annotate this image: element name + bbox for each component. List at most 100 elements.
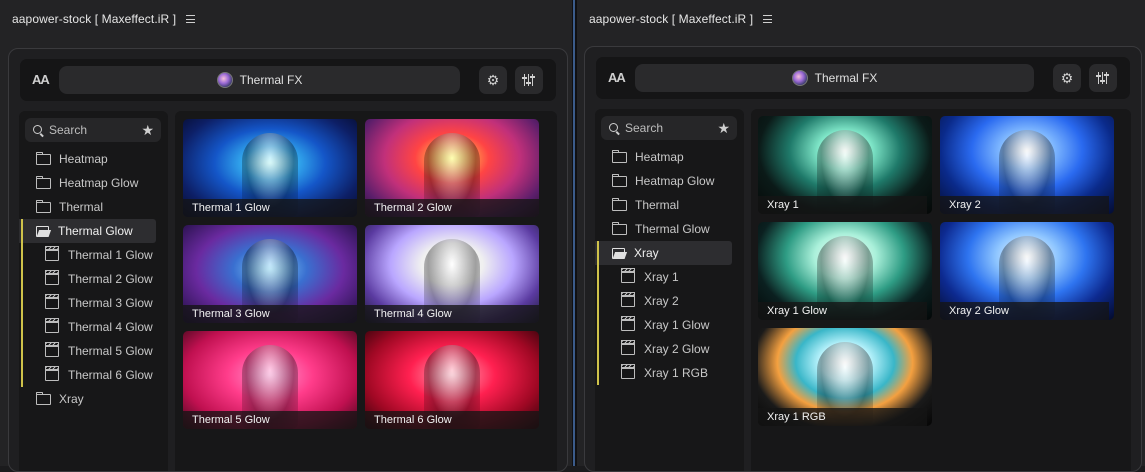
tree-preset-item[interactable]: Xray 2 Glow	[595, 337, 744, 361]
gear-icon: ⚙	[486, 72, 500, 88]
tree-folder-item[interactable]: Heatmap Glow	[595, 169, 744, 193]
tree-item-label: Thermal	[635, 198, 680, 212]
tree-preset-item[interactable]: Thermal 5 Glow	[19, 339, 168, 363]
thumbnail-caption: Thermal 5 Glow	[183, 411, 357, 429]
sliders-icon	[1096, 72, 1109, 84]
hamburger-icon[interactable]	[186, 15, 196, 23]
tree-item-label: Thermal 3 Glow	[68, 296, 153, 310]
text-size-icon[interactable]: AA	[608, 70, 626, 85]
preset-tree: Heatmap Heatmap Glow Thermal Thermal Glow Xr…	[595, 145, 744, 385]
clapperboard-icon	[621, 364, 635, 379]
tree-item-label: Xray 1 Glow	[644, 318, 710, 332]
thumbnail-caption: Xray 1 Glow	[758, 302, 927, 320]
tree-item-label: Thermal 6 Glow	[68, 368, 153, 382]
tree-preset-item[interactable]: Thermal 6 Glow	[19, 363, 168, 387]
tree-folder-item[interactable]: Thermal	[19, 195, 168, 219]
tree-item-label: Xray	[634, 246, 659, 260]
tree-item-label: Xray	[59, 392, 84, 406]
tree-item-label: Xray 2	[644, 294, 679, 308]
tree-preset-item[interactable]: Thermal 2 Glow	[19, 267, 168, 291]
tree-preset-item[interactable]: Thermal 4 Glow	[19, 315, 168, 339]
folder-icon	[612, 149, 627, 163]
tree-folder-item[interactable]: Xray	[595, 241, 732, 265]
sliders-icon	[522, 74, 535, 86]
tree-preset-item[interactable]: Xray 1 Glow	[595, 313, 744, 337]
tree-preset-item[interactable]: Thermal 1 Glow	[19, 243, 168, 267]
category-select-label: Thermal FX	[814, 71, 878, 85]
hamburger-icon[interactable]	[763, 15, 773, 23]
folder-icon	[36, 391, 51, 405]
thermal-fx-icon	[791, 70, 808, 86]
thumbnail-grid: Thermal 1 Glow Thermal 2 Glow Thermal 3 Gl…	[175, 111, 557, 471]
tree-folder-item[interactable]: Xray	[19, 387, 168, 411]
thumbnail-caption: Thermal 4 Glow	[365, 305, 539, 323]
tree-folder-item[interactable]: Thermal Glow	[595, 217, 744, 241]
search-input[interactable]: Search ★	[601, 116, 737, 140]
preset-thumbnail[interactable]: Thermal 6 Glow	[365, 331, 539, 429]
clapperboard-icon	[621, 316, 635, 331]
tree-item-label: Thermal 5 Glow	[68, 344, 153, 358]
clapperboard-icon	[621, 268, 635, 283]
star-icon[interactable]: ★	[141, 123, 154, 137]
clapperboard-icon	[45, 366, 59, 381]
open-folder-indicator	[597, 241, 599, 385]
folder-icon	[36, 175, 51, 189]
tree-folder-item[interactable]: Thermal Glow	[19, 219, 156, 243]
tree-item-label: Xray 1	[644, 270, 679, 284]
panel-tab-title[interactable]: aapower-stock [ Maxeffect.iR ]	[589, 12, 753, 26]
settings-button[interactable]: ⚙	[479, 66, 507, 94]
toolbar: AA Thermal FX ⚙	[20, 59, 556, 101]
tree-item-label: Xray 1 RGB	[644, 366, 709, 380]
preset-thumbnail[interactable]: Xray 1 RGB	[758, 328, 932, 426]
panel-tab-header: aapower-stock [ Maxeffect.iR ]	[577, 0, 1145, 38]
tree-item-label: Heatmap	[59, 152, 108, 166]
extension-frame: AA Thermal FX ⚙ Search ★ Heatmap Heatmap…	[8, 48, 568, 472]
tree-preset-item[interactable]: Xray 1	[595, 265, 744, 289]
text-size-icon[interactable]: AA	[32, 72, 50, 87]
panel-tab-title[interactable]: aapower-stock [ Maxeffect.iR ]	[12, 12, 176, 26]
search-input[interactable]: Search ★	[25, 118, 161, 142]
category-select[interactable]: Thermal FX	[635, 64, 1034, 92]
preset-thumbnail[interactable]: Thermal 2 Glow	[365, 119, 539, 217]
tree-preset-item[interactable]: Thermal 3 Glow	[19, 291, 168, 315]
preset-thumbnail[interactable]: Xray 1	[758, 116, 932, 214]
gear-icon: ⚙	[1060, 70, 1074, 86]
folder-icon	[612, 221, 627, 235]
adjust-button[interactable]	[515, 66, 543, 94]
panel-tab-header: aapower-stock [ Maxeffect.iR ]	[0, 0, 572, 38]
category-select[interactable]: Thermal FX	[59, 66, 460, 94]
adjust-button[interactable]	[1089, 64, 1117, 92]
tree-item-label: Thermal Glow	[58, 224, 133, 238]
tree-preset-item[interactable]: Xray 1 RGB	[595, 361, 744, 385]
clapperboard-icon	[45, 342, 59, 357]
tree-folder-item[interactable]: Heatmap	[595, 145, 744, 169]
settings-button[interactable]: ⚙	[1053, 64, 1081, 92]
thumbnail-caption: Xray 1	[758, 196, 927, 214]
thumbnail-caption: Thermal 1 Glow	[183, 199, 357, 217]
tree-item-label: Heatmap	[635, 150, 684, 164]
tree-folder-item[interactable]: Heatmap	[19, 147, 168, 171]
category-select-label: Thermal FX	[239, 73, 303, 87]
preset-thumbnail[interactable]: Thermal 5 Glow	[183, 331, 357, 429]
tree-item-label: Heatmap Glow	[59, 176, 139, 190]
toolbar: AA Thermal FX ⚙	[596, 57, 1130, 99]
open-folder-indicator	[21, 219, 23, 387]
left-panel: aapower-stock [ Maxeffect.iR ] AA Therma…	[0, 0, 572, 472]
preset-thumbnail[interactable]: Thermal 3 Glow	[183, 225, 357, 323]
thumbnail-caption: Thermal 6 Glow	[365, 411, 539, 429]
preset-tree: Heatmap Heatmap Glow Thermal Thermal Glow Th…	[19, 147, 168, 411]
preset-thumbnail[interactable]: Xray 2	[940, 116, 1114, 214]
star-icon[interactable]: ★	[717, 121, 730, 135]
tree-folder-item[interactable]: Heatmap Glow	[19, 171, 168, 195]
preset-thumbnail[interactable]: Thermal 4 Glow	[365, 225, 539, 323]
folder-icon	[36, 151, 51, 165]
preset-thumbnail[interactable]: Thermal 1 Glow	[183, 119, 357, 217]
thumbnail-grid: Xray 1 Xray 2 Xray 1 Glow Xray 2 Glow Xray 1…	[751, 109, 1131, 471]
clapperboard-icon	[45, 270, 59, 285]
search-placeholder: Search	[49, 123, 88, 137]
clapperboard-icon	[45, 246, 59, 261]
tree-preset-item[interactable]: Xray 2	[595, 289, 744, 313]
preset-thumbnail[interactable]: Xray 1 Glow	[758, 222, 932, 320]
preset-thumbnail[interactable]: Xray 2 Glow	[940, 222, 1114, 320]
tree-folder-item[interactable]: Thermal	[595, 193, 744, 217]
